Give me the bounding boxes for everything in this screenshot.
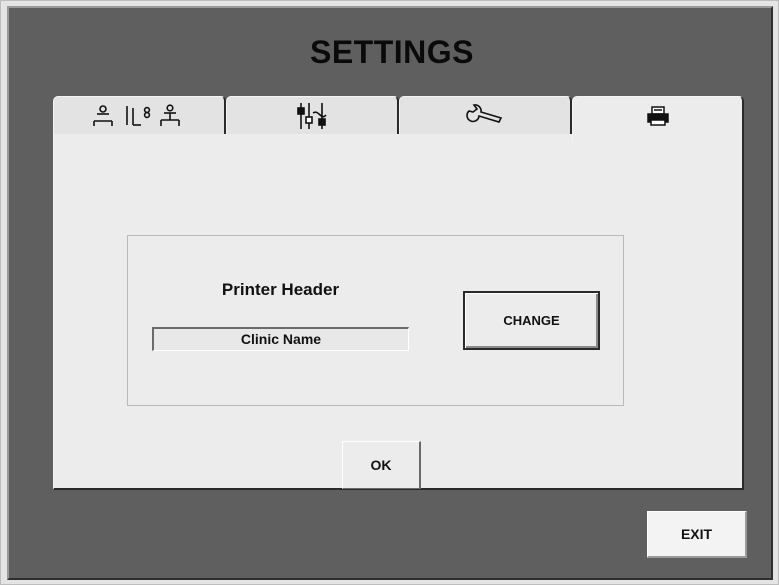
printer-header-group: Printer Header Clinic Name CHANGE — [127, 235, 624, 406]
printer-icon — [646, 105, 670, 126]
tab-adjustments[interactable] — [226, 96, 399, 135]
settings-window: SETTINGS Printer Header Clinic Name CHAN… — [7, 6, 773, 580]
tab-service[interactable] — [399, 96, 572, 135]
wrench-icon — [465, 104, 505, 128]
tab-patient-setup[interactable] — [53, 96, 226, 135]
change-button[interactable]: CHANGE — [463, 291, 600, 350]
patient-bed-icon — [91, 103, 187, 129]
clinic-name-field: Clinic Name — [152, 327, 409, 351]
ok-button[interactable]: OK — [342, 441, 421, 489]
page-title: SETTINGS — [309, 34, 474, 70]
exit-button[interactable]: EXIT — [647, 511, 747, 558]
printer-header-label: Printer Header — [221, 280, 340, 299]
printer-settings-panel: Printer Header Clinic Name CHANGE OK — [53, 134, 744, 490]
tab-printer[interactable] — [572, 96, 744, 142]
adjustment-controls-icon — [295, 101, 329, 131]
